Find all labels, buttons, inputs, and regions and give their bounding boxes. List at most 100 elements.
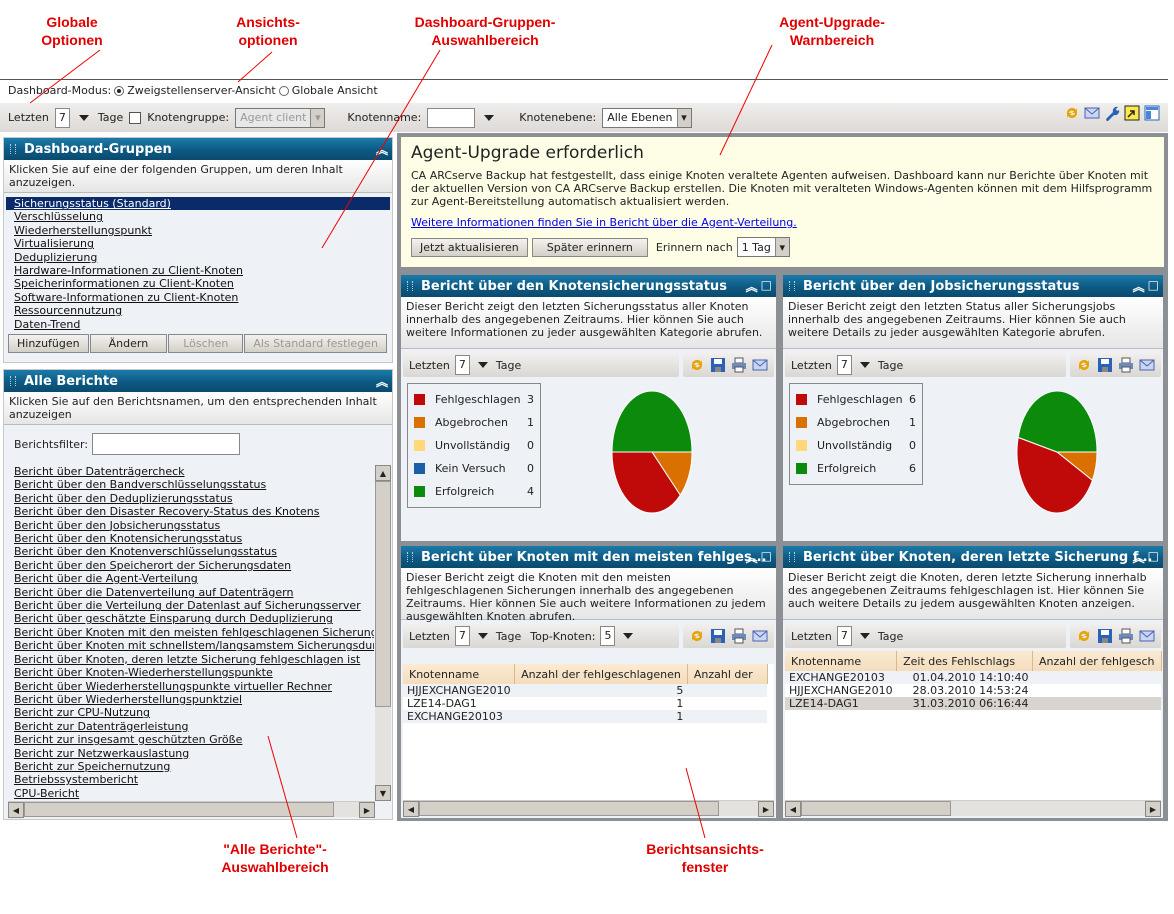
collapse-icon[interactable]: ︽ <box>376 141 388 158</box>
radio-branch-view[interactable] <box>114 85 125 96</box>
maximize-icon[interactable]: □ <box>761 278 772 295</box>
column-header[interactable]: Knotenname <box>403 664 516 684</box>
table-row[interactable]: LZE14-DAG1 1 <box>403 697 768 710</box>
remind-select[interactable]: 1 Tag ▾ <box>736 237 790 257</box>
scroll-left-icon[interactable]: ◀ <box>785 801 801 817</box>
maximize-icon[interactable]: □ <box>1148 278 1159 295</box>
group-item[interactable]: Wiederherstellungspunkt <box>6 224 390 237</box>
legend-item[interactable]: Unvollständig 0 <box>414 434 534 457</box>
legend-item[interactable]: Abgebrochen 1 <box>414 411 534 434</box>
top-nodes-spinner[interactable]: 5 <box>600 626 616 646</box>
vertical-scrollbar[interactable]: ▲ ▼ <box>375 465 391 801</box>
legend-item[interactable]: Fehlgeschlagen 6 <box>796 388 916 411</box>
refresh-icon[interactable] <box>689 357 705 373</box>
report-item[interactable]: Bericht über den Disaster Recovery-Statu… <box>10 505 374 518</box>
collapse-icon[interactable]: ︽ <box>1133 549 1145 566</box>
report-item[interactable]: CPU-Bericht <box>10 787 374 800</box>
mail-icon[interactable] <box>752 628 768 644</box>
report-item[interactable]: Bericht zur Datenträgerleistung <box>10 720 374 733</box>
save-icon[interactable] <box>1097 357 1113 373</box>
remind-later-button[interactable]: Später erinnern <box>531 237 648 257</box>
refresh-icon[interactable] <box>1064 105 1080 121</box>
group-item[interactable]: Daten-Trend <box>6 318 390 331</box>
days-dropdown-icon[interactable] <box>859 633 870 639</box>
scroll-left-icon[interactable]: ◀ <box>403 801 419 817</box>
report-item[interactable]: Bericht über den Knotensicherungsstatus <box>10 532 374 545</box>
refresh-icon[interactable] <box>1076 628 1092 644</box>
table-row[interactable]: HJJEXCHANGE2010 28.03.2010 14:53:24 <box>785 684 1161 697</box>
group-item[interactable]: Verschlüsselung <box>6 210 390 223</box>
nodename-input[interactable] <box>427 107 476 128</box>
report-item[interactable]: Bericht über die Verteilung der Datenlas… <box>10 599 374 612</box>
top-nodes-dropdown-icon[interactable] <box>623 633 634 639</box>
edit-group-button[interactable]: Ändern <box>89 334 168 354</box>
radio-global-view[interactable] <box>278 85 289 96</box>
report-item[interactable]: Bericht über Knoten, deren letzte Sicher… <box>10 653 374 666</box>
days-dropdown-icon[interactable] <box>477 362 488 368</box>
report-item[interactable]: Bericht über geschätzte Einsparung durch… <box>10 612 374 625</box>
report-item[interactable]: Bericht zur Netzwerkauslastung <box>10 747 374 760</box>
horizontal-scrollbar[interactable]: ◀ ▶ <box>403 800 774 817</box>
report-filter-input[interactable] <box>92 433 241 455</box>
report-item[interactable]: Bericht zur CPU-Nutzung <box>10 706 374 719</box>
maximize-icon[interactable]: □ <box>1148 549 1159 566</box>
report-item[interactable]: Bericht über Datenträgercheck <box>10 465 374 478</box>
days-spinner[interactable]: 7 <box>454 626 470 646</box>
column-header[interactable]: Anzahl der fehlgesch <box>1032 651 1162 671</box>
pie-slice-erfolgreich[interactable] <box>611 390 693 453</box>
mail-icon[interactable] <box>752 357 768 373</box>
nodegroup-checkbox[interactable] <box>129 111 142 124</box>
column-header[interactable]: Anzahl der <box>687 664 768 684</box>
layout-icon[interactable] <box>1144 105 1160 121</box>
mail-icon[interactable] <box>1084 105 1100 121</box>
save-icon[interactable] <box>710 357 726 373</box>
report-item[interactable]: Bericht über die Datenverteilung auf Dat… <box>10 586 374 599</box>
refresh-icon[interactable] <box>689 628 705 644</box>
print-icon[interactable] <box>1118 357 1134 373</box>
collapse-icon[interactable]: ︽ <box>1133 278 1145 295</box>
group-item[interactable]: Ressourcennutzung <box>6 304 390 317</box>
group-item[interactable]: Hardware-Informationen zu Client-Knoten <box>6 264 390 277</box>
report-item[interactable]: Bericht über den Deduplizierungsstatus <box>10 492 374 505</box>
set-default-button[interactable]: Als Standard festlegen <box>244 334 387 354</box>
group-item[interactable]: Software-Informationen zu Client-Knoten <box>6 291 390 304</box>
legend-item[interactable]: Fehlgeschlagen 3 <box>414 388 534 411</box>
wrench-icon[interactable] <box>1104 105 1120 121</box>
update-now-button[interactable]: Jetzt aktualisieren <box>411 237 528 257</box>
report-item[interactable]: Bericht über Knoten mit den meisten fehl… <box>10 626 374 639</box>
report-item[interactable]: Bericht über Knoten mit schnellstem/lang… <box>10 639 374 652</box>
save-icon[interactable] <box>1097 628 1113 644</box>
scroll-right-icon[interactable]: ▶ <box>359 802 375 818</box>
column-header[interactable]: Anzahl der fehlgeschlagenen <box>514 664 688 684</box>
report-item[interactable]: Bericht über Knoten-Wiederherstellungspu… <box>10 666 374 679</box>
days-spinner[interactable]: 7 <box>836 355 852 375</box>
print-icon[interactable] <box>731 357 747 373</box>
mail-icon[interactable] <box>1139 357 1155 373</box>
scroll-thumb[interactable] <box>801 801 951 816</box>
report-item[interactable]: Betriebssystembericht <box>10 773 374 786</box>
legend-item[interactable]: Erfolgreich 4 <box>414 480 534 503</box>
report-item[interactable]: Bericht über den Speicherort der Sicheru… <box>10 559 374 572</box>
refresh-icon[interactable] <box>1076 357 1092 373</box>
mail-icon[interactable] <box>1139 628 1155 644</box>
table-row[interactable]: EXCHANGE20103 01.04.2010 14:10:40 <box>785 671 1161 684</box>
legend-item[interactable]: Abgebrochen 1 <box>796 411 916 434</box>
add-group-button[interactable]: Hinzufügen <box>8 334 89 354</box>
table-row[interactable]: LZE14-DAG1 31.03.2010 06:16:44 <box>785 697 1161 710</box>
export-icon[interactable] <box>1124 105 1140 121</box>
column-header[interactable]: Zeit des Fehlschlags <box>896 651 1034 671</box>
collapse-icon[interactable]: ︽ <box>746 278 758 295</box>
print-icon[interactable] <box>731 628 747 644</box>
horizontal-scrollbar[interactable]: ◀ ▶ <box>8 801 375 818</box>
agent-distribution-link[interactable]: Weitere Informationen finden Sie in Beri… <box>411 216 1154 229</box>
table-row[interactable]: EXCHANGE20103 1 <box>403 710 768 723</box>
days-spinner[interactable]: 7 <box>836 626 852 646</box>
scroll-thumb[interactable] <box>419 801 719 816</box>
days-dropdown-icon[interactable] <box>859 362 870 368</box>
table-row[interactable]: HJJEXCHANGE2010 5 <box>403 684 768 697</box>
group-item[interactable]: Deduplizierung <box>6 251 390 264</box>
maximize-icon[interactable]: □ <box>761 549 772 566</box>
report-item[interactable]: Bericht über die Agent-Verteilung <box>10 572 374 585</box>
report-item[interactable]: Bericht über den Bandverschlüsselungssta… <box>10 478 374 491</box>
scroll-down-icon[interactable]: ▼ <box>375 785 391 801</box>
